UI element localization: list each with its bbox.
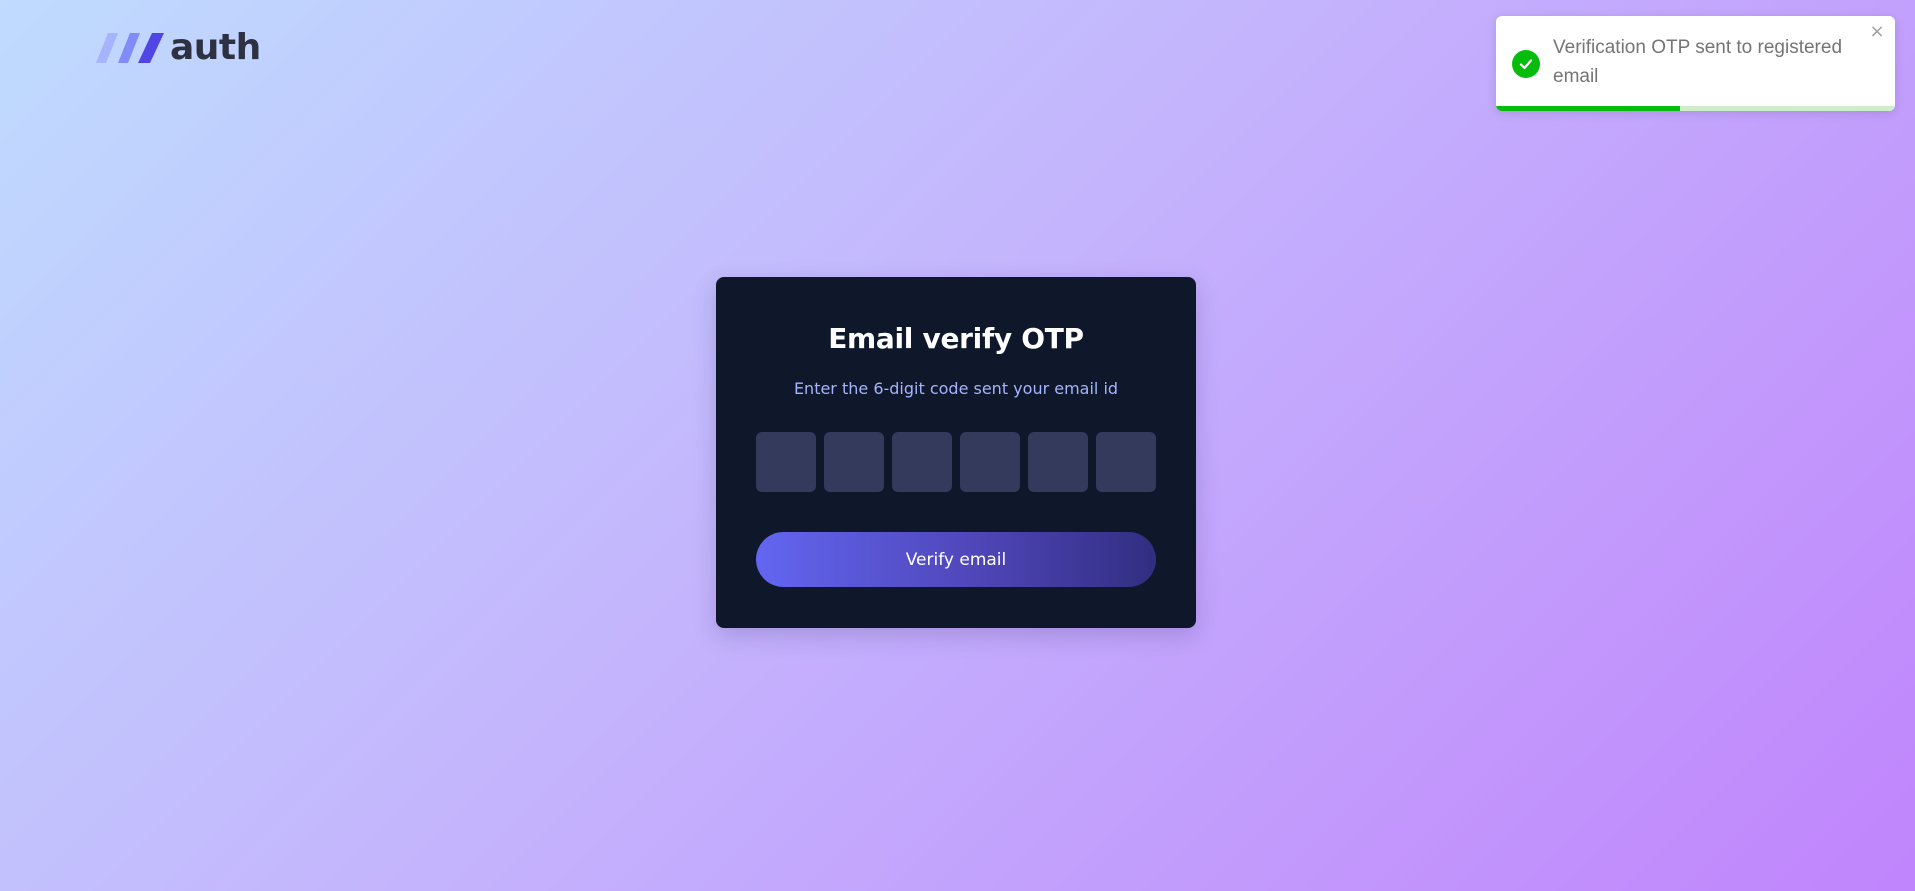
otp-input-group	[756, 432, 1156, 492]
otp-digit-input-2[interactable]	[824, 432, 884, 492]
otp-digit-input-3[interactable]	[892, 432, 952, 492]
logo-text: auth	[170, 27, 261, 68]
page-title: Email verify OTP	[828, 322, 1084, 355]
toast-progress-bar	[1496, 106, 1680, 111]
otp-digit-input-1[interactable]	[756, 432, 816, 492]
app-logo[interactable]: auth	[96, 28, 261, 68]
slash-stripes-icon	[96, 33, 164, 63]
success-toast[interactable]: Verification OTP sent to registered emai…	[1496, 16, 1895, 111]
close-icon[interactable]: ×	[1867, 22, 1887, 42]
toast-message: Verification OTP sent to registered emai…	[1553, 37, 1843, 87]
otp-digit-input-6[interactable]	[1096, 432, 1156, 492]
otp-digit-input-5[interactable]	[1028, 432, 1088, 492]
verify-email-button[interactable]: Verify email	[756, 532, 1156, 587]
check-circle-icon	[1512, 50, 1540, 78]
otp-digit-input-4[interactable]	[960, 432, 1020, 492]
toast-progress-track	[1496, 106, 1895, 111]
instructions-text: Enter the 6-digit code sent your email i…	[793, 379, 1119, 398]
otp-card: Email verify OTP Enter the 6-digit code …	[716, 277, 1196, 628]
